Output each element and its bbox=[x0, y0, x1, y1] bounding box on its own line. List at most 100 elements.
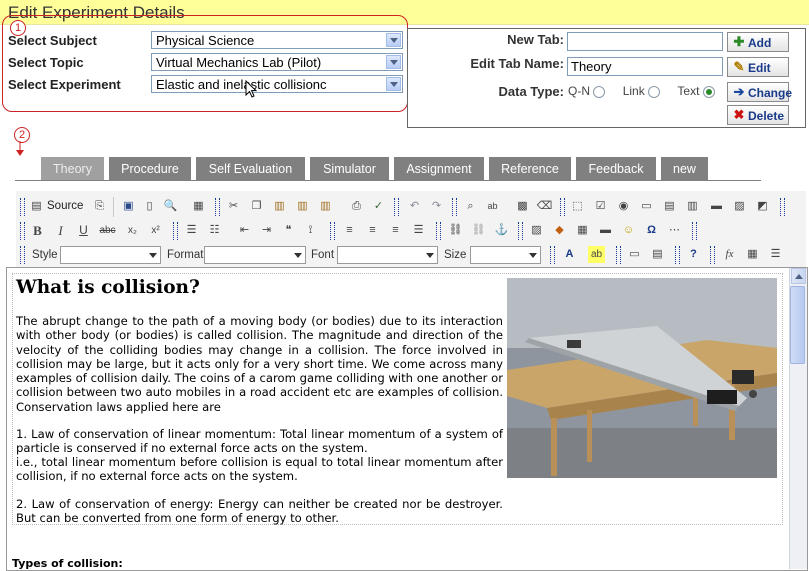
italic-icon[interactable]: I bbox=[52, 222, 69, 239]
toolbar-grip[interactable] bbox=[518, 222, 523, 240]
image-button-icon[interactable]: ▨ bbox=[731, 198, 748, 215]
outdent-icon[interactable]: ⇤ bbox=[236, 222, 253, 239]
link-icon[interactable]: ⛓ bbox=[447, 222, 464, 239]
print-icon[interactable]: ⎙ bbox=[348, 198, 365, 215]
table-icon[interactable]: ▦ bbox=[744, 246, 761, 263]
chevron-down-icon[interactable] bbox=[386, 33, 401, 47]
textarea-icon[interactable]: ▤ bbox=[661, 198, 678, 215]
undo-icon[interactable]: ↶ bbox=[406, 198, 423, 215]
form-icon[interactable]: ⬚ bbox=[569, 198, 586, 215]
unlink-icon[interactable]: ⛓ bbox=[470, 222, 487, 239]
subject-select[interactable]: Physical Science bbox=[151, 31, 403, 49]
toolbar-grip[interactable] bbox=[20, 222, 25, 240]
cut-icon[interactable]: ✂ bbox=[225, 198, 242, 215]
toolbar-grip[interactable] bbox=[710, 246, 715, 264]
align-center-icon[interactable]: ≡ bbox=[364, 222, 381, 239]
tab-simulator[interactable]: Simulator bbox=[310, 157, 389, 180]
scrollbar-thumb[interactable] bbox=[790, 286, 805, 364]
paste-text-icon[interactable]: ▥ bbox=[294, 198, 311, 215]
checkbox-icon[interactable]: ☑ bbox=[592, 198, 609, 215]
option-text-radio[interactable] bbox=[702, 85, 715, 98]
div-container-icon[interactable]: ⟟ bbox=[302, 222, 319, 239]
horizontal-rule-icon[interactable]: ▬ bbox=[597, 222, 614, 239]
toolbar-grip[interactable] bbox=[173, 222, 178, 240]
toolbar-grip[interactable] bbox=[394, 198, 399, 216]
save-icon[interactable]: ⎘ bbox=[91, 198, 108, 215]
bold-icon[interactable]: B bbox=[29, 222, 46, 239]
show-blocks-icon[interactable]: ▤ bbox=[649, 246, 666, 263]
tab-self-evaluation[interactable]: Self Evaluation bbox=[196, 157, 305, 180]
templates-icon[interactable]: ▦ bbox=[190, 198, 207, 215]
tab-assignment[interactable]: Assignment bbox=[394, 157, 484, 180]
text-color-icon[interactable]: A bbox=[561, 246, 578, 263]
topic-select[interactable]: Virtual Mechanics Lab (Pilot) bbox=[151, 53, 403, 71]
paste-word-icon[interactable]: ▥ bbox=[317, 198, 334, 215]
replace-icon[interactable]: ab bbox=[484, 198, 501, 215]
preview-icon[interactable]: 🔍 bbox=[162, 198, 179, 215]
edit-tab-name-input[interactable] bbox=[567, 57, 723, 76]
redo-icon[interactable]: ↷ bbox=[428, 198, 445, 215]
experiment-select[interactable]: Elastic and inelastic collisionc bbox=[151, 75, 403, 93]
toolbar-grip[interactable] bbox=[550, 246, 555, 264]
spellcheck-icon[interactable]: ✓ bbox=[370, 198, 387, 215]
option-qn-radio[interactable] bbox=[593, 85, 606, 98]
select-all-icon[interactable]: ▩ bbox=[514, 198, 531, 215]
tab-theory[interactable]: Theory bbox=[41, 157, 104, 180]
indent-icon[interactable]: ⇥ bbox=[258, 222, 275, 239]
style-select[interactable] bbox=[60, 246, 161, 264]
toolbar-grip[interactable] bbox=[436, 222, 441, 240]
toolbar-grip[interactable] bbox=[330, 222, 335, 240]
subscript-icon[interactable]: x₂ bbox=[124, 222, 141, 239]
tab-reference[interactable]: Reference bbox=[489, 157, 571, 180]
delete-button[interactable]: ✖ Delete bbox=[727, 105, 789, 125]
save-icon[interactable]: ▣ bbox=[120, 198, 137, 215]
image-icon[interactable]: ▨ bbox=[528, 222, 545, 239]
textfield-icon[interactable]: ▭ bbox=[638, 198, 655, 215]
numbered-list-icon[interactable]: ☰ bbox=[183, 222, 200, 239]
toolbar-grip[interactable] bbox=[560, 198, 565, 216]
formula-icon[interactable]: fx bbox=[721, 246, 738, 263]
change-button[interactable]: ➔ Change bbox=[727, 82, 792, 102]
chevron-down-icon[interactable] bbox=[386, 55, 401, 69]
bullet-list-icon[interactable]: ☷ bbox=[206, 222, 223, 239]
background-color-icon[interactable]: ab bbox=[588, 246, 605, 263]
toolbar-grip[interactable] bbox=[20, 198, 25, 216]
tab-procedure[interactable]: Procedure bbox=[109, 157, 191, 180]
tab-feedback[interactable]: Feedback bbox=[576, 157, 656, 180]
special-char-icon[interactable]: Ω bbox=[643, 222, 660, 239]
table-icon[interactable]: ▦ bbox=[574, 222, 591, 239]
new-page-icon[interactable]: ▯ bbox=[141, 198, 158, 215]
strikethrough-icon[interactable]: abc bbox=[99, 222, 116, 239]
find-icon[interactable]: ⌕ bbox=[462, 198, 479, 215]
toolbar-grip[interactable] bbox=[215, 198, 220, 216]
scroll-up-button[interactable] bbox=[791, 268, 806, 284]
toolbar-grip[interactable] bbox=[692, 222, 697, 240]
underline-icon[interactable]: U bbox=[75, 222, 92, 239]
tab-new[interactable]: new bbox=[661, 157, 708, 180]
hidden-field-icon[interactable]: ◩ bbox=[754, 198, 771, 215]
blockquote-icon[interactable]: ❝ bbox=[280, 222, 297, 239]
insert-row-icon[interactable]: ☰ bbox=[767, 246, 784, 263]
flash-icon[interactable]: ◆ bbox=[551, 222, 568, 239]
button-field-icon[interactable]: ▬ bbox=[708, 198, 725, 215]
add-button[interactable]: ✚ Add bbox=[727, 32, 789, 52]
size-select[interactable] bbox=[470, 246, 541, 264]
toolbar-grip[interactable] bbox=[616, 246, 621, 264]
help-icon[interactable]: ? bbox=[685, 246, 702, 263]
chevron-down-icon[interactable] bbox=[386, 77, 401, 91]
page-break-icon[interactable]: ⋯ bbox=[666, 222, 683, 239]
option-link-radio[interactable] bbox=[648, 85, 661, 98]
paste-icon[interactable]: ▥ bbox=[271, 198, 288, 215]
align-right-icon[interactable]: ≡ bbox=[387, 222, 404, 239]
format-select[interactable] bbox=[204, 246, 306, 264]
copy-icon[interactable]: ❐ bbox=[248, 198, 265, 215]
select-field-icon[interactable]: ▥ bbox=[684, 198, 701, 215]
anchor-icon[interactable]: ⚓ bbox=[493, 222, 510, 239]
toolbar-grip[interactable] bbox=[780, 198, 785, 216]
radio-icon[interactable]: ◉ bbox=[615, 198, 632, 215]
remove-format-icon[interactable]: ⌫ bbox=[536, 198, 553, 215]
toolbar-grip[interactable] bbox=[675, 246, 680, 264]
align-justify-icon[interactable]: ☰ bbox=[410, 222, 427, 239]
toolbar-grip[interactable] bbox=[20, 246, 25, 264]
align-left-icon[interactable]: ≡ bbox=[341, 222, 358, 239]
